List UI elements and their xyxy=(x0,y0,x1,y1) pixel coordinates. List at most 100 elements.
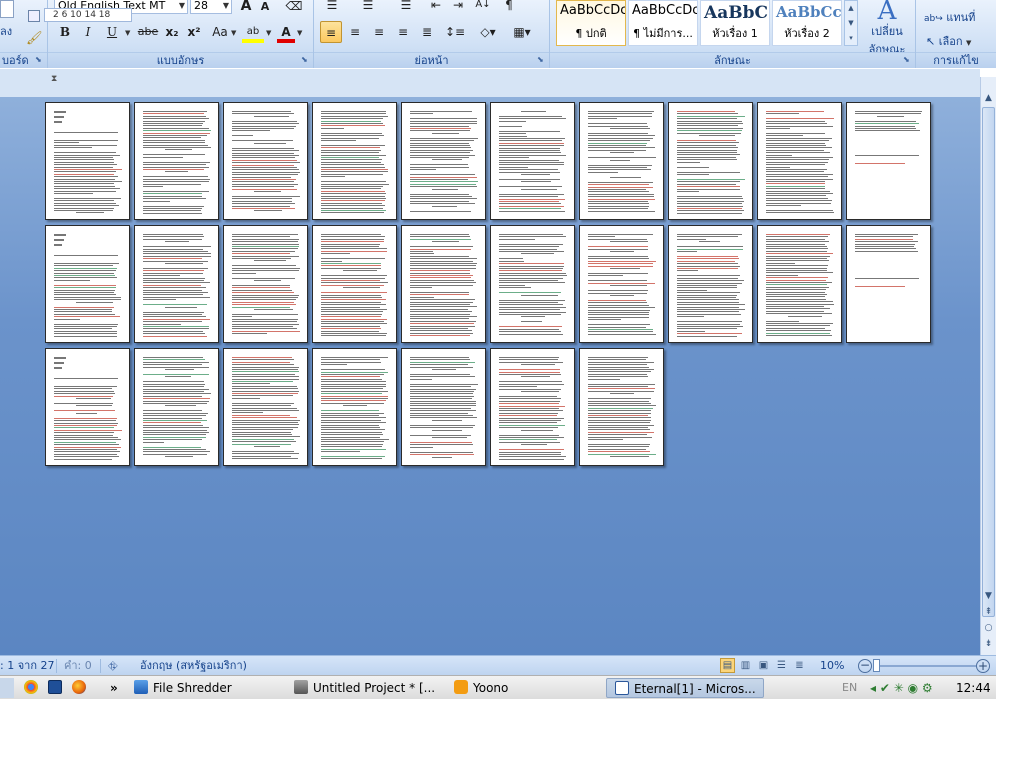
paste-icon[interactable] xyxy=(0,0,14,18)
increase-indent-icon[interactable]: ⇥ xyxy=(449,0,467,16)
taskbar-item-yoono[interactable]: Yoono xyxy=(454,678,594,698)
word-count[interactable]: คำ: 0 xyxy=(64,658,92,674)
firefox-icon[interactable] xyxy=(72,678,90,698)
format-painter-icon[interactable]: 🖌 xyxy=(26,31,43,46)
zoom-level[interactable]: 10% xyxy=(820,658,844,674)
taskbar-item-untitled-project[interactable]: Untitled Project * [... xyxy=(294,678,444,698)
align-left-icon[interactable]: ≡ xyxy=(320,21,342,43)
page-thumbnail[interactable] xyxy=(401,348,486,466)
change-case-button[interactable]: Aa xyxy=(209,21,231,43)
show-marks-button[interactable]: ¶ xyxy=(500,0,518,16)
outline-view-icon[interactable]: ☰ xyxy=(774,658,789,673)
line-spacing-icon[interactable]: ↕≡ xyxy=(442,21,468,43)
page-thumbnail[interactable] xyxy=(579,225,664,343)
scroll-up-icon[interactable]: ▲ xyxy=(981,91,996,106)
next-page-icon[interactable]: ⇟ xyxy=(981,637,996,652)
previous-page-icon[interactable]: ⇞ xyxy=(981,605,996,620)
multilevel-list-icon[interactable]: ☰ xyxy=(394,0,418,16)
proofing-icon[interactable]: ⛗ xyxy=(108,658,118,674)
style-no-spacing[interactable]: AaBbCcDc ¶ ไม่มีการ... xyxy=(628,0,698,46)
decrease-indent-icon[interactable]: ⇤ xyxy=(427,0,445,16)
page-thumbnail[interactable] xyxy=(223,348,308,466)
font-size-combo[interactable]: 28 ▼ xyxy=(190,0,232,14)
page-thumbnail[interactable] xyxy=(312,225,397,343)
chrome-icon[interactable] xyxy=(24,678,42,698)
justify-icon[interactable]: ≡ xyxy=(392,21,414,43)
quicklaunch-more-button[interactable]: » xyxy=(110,678,122,698)
browse-object-icon[interactable]: ○ xyxy=(981,621,996,636)
zoom-in-icon[interactable]: + xyxy=(976,659,990,673)
print-layout-icon[interactable]: ▤ xyxy=(720,658,735,673)
horizontal-ruler[interactable]: 2 6 10 14 18 xyxy=(44,8,132,22)
font-color-button[interactable]: A xyxy=(277,21,295,43)
borders-icon[interactable]: ▦▾ xyxy=(508,21,536,43)
desktop-icon[interactable] xyxy=(48,678,66,698)
style-heading-1[interactable]: AaBbC หัวเรื่อง 1 xyxy=(700,0,770,46)
numbering-icon[interactable]: ☰ xyxy=(356,0,380,16)
page-thumbnail[interactable] xyxy=(668,225,753,343)
scroll-thumb[interactable] xyxy=(982,107,995,617)
page-thumbnail[interactable] xyxy=(45,348,130,466)
tray-icons[interactable]: ◂ ✔ ✳ ◉ ⚙ xyxy=(870,678,948,698)
sort-button[interactable]: A↓ xyxy=(472,0,494,16)
page-thumbnail[interactable] xyxy=(668,102,753,220)
style-normal[interactable]: AaBbCcDc ¶ ปกติ xyxy=(556,0,626,46)
style-heading-2[interactable]: AaBbCc หัวเรื่อง 2 xyxy=(772,0,842,46)
grow-font-button[interactable]: A xyxy=(238,0,254,17)
page-thumbnail[interactable] xyxy=(223,102,308,220)
styles-launcher-icon[interactable]: ⬊ xyxy=(903,56,912,65)
page-thumbnail[interactable] xyxy=(757,102,842,220)
page-thumbnail[interactable] xyxy=(490,225,575,343)
replace-button[interactable]: ab↪ แทนที่ xyxy=(924,8,975,26)
shading-icon[interactable]: ◇▾ xyxy=(474,21,502,43)
bullets-icon[interactable]: ☰ xyxy=(320,0,344,16)
select-button[interactable]: ↖ เลือก ▼ xyxy=(926,32,971,50)
chevron-down-icon[interactable]: ▼ xyxy=(125,29,130,37)
zoom-slider-thumb[interactable] xyxy=(873,659,880,672)
web-layout-icon[interactable]: ▣ xyxy=(756,658,771,673)
clipboard-launcher-icon[interactable]: ⬊ xyxy=(35,56,44,65)
superscript-button[interactable]: x² xyxy=(184,21,204,43)
chevron-down-icon[interactable]: ▼ xyxy=(266,29,271,37)
page-thumbnail[interactable] xyxy=(134,225,219,343)
scroll-down-icon[interactable]: ▼ xyxy=(981,589,996,604)
page-thumbnail[interactable] xyxy=(490,348,575,466)
italic-button[interactable]: I xyxy=(79,21,97,43)
full-screen-reading-icon[interactable]: ▥ xyxy=(738,658,753,673)
bold-button[interactable]: B xyxy=(56,21,74,43)
page-thumbnail[interactable] xyxy=(134,102,219,220)
align-right-icon[interactable]: ≡ xyxy=(368,21,390,43)
page-thumbnail[interactable] xyxy=(846,102,931,220)
page-thumbnail[interactable] xyxy=(312,348,397,466)
copy-icon[interactable] xyxy=(28,10,40,22)
paragraph-launcher-icon[interactable]: ⬊ xyxy=(537,56,546,65)
page-thumbnail[interactable] xyxy=(134,348,219,466)
language-indicator[interactable]: อังกฤษ (สหรัฐอเมริกา) xyxy=(140,658,247,674)
page-thumbnail[interactable] xyxy=(223,225,308,343)
strikethrough-button[interactable]: abe xyxy=(136,21,160,43)
vertical-scrollbar[interactable]: ▲ ▼ ⇞ ○ ⇟ xyxy=(980,77,996,655)
page-thumbnail[interactable] xyxy=(757,225,842,343)
chevron-down-icon[interactable]: ▼ xyxy=(297,29,302,37)
draft-view-icon[interactable]: ≣ xyxy=(792,658,807,673)
page-thumbnail[interactable] xyxy=(45,102,130,220)
change-styles-button[interactable]: A เปลี่ยน ลักษณะ xyxy=(860,0,914,56)
taskbar-item-file-shredder[interactable]: File Shredder xyxy=(134,678,284,698)
page-thumbnail[interactable] xyxy=(579,102,664,220)
page-thumbnail[interactable] xyxy=(846,225,931,343)
align-center-icon[interactable]: ≡ xyxy=(344,21,366,43)
taskbar-item-word[interactable]: Eternal[1] - Micros... xyxy=(606,678,764,698)
page-indicator[interactable]: : 1 จาก 27 xyxy=(0,658,54,674)
styles-scroll[interactable]: ▲ ▼ ▾ xyxy=(844,0,858,46)
clear-formatting-icon[interactable]: ⌫ xyxy=(284,0,304,17)
shrink-font-button[interactable]: A xyxy=(258,0,272,18)
page-thumbnail[interactable] xyxy=(401,225,486,343)
chevron-down-icon[interactable]: ▼ xyxy=(231,29,236,37)
page-thumbnail[interactable] xyxy=(45,225,130,343)
page-thumbnail[interactable] xyxy=(312,102,397,220)
zoom-slider-track[interactable] xyxy=(876,665,976,667)
font-launcher-icon[interactable]: ⬊ xyxy=(301,56,310,65)
indent-marker-icon[interactable]: ⧗ xyxy=(51,74,57,84)
highlight-button[interactable]: ab xyxy=(242,21,264,43)
tray-language[interactable]: EN xyxy=(842,678,862,698)
